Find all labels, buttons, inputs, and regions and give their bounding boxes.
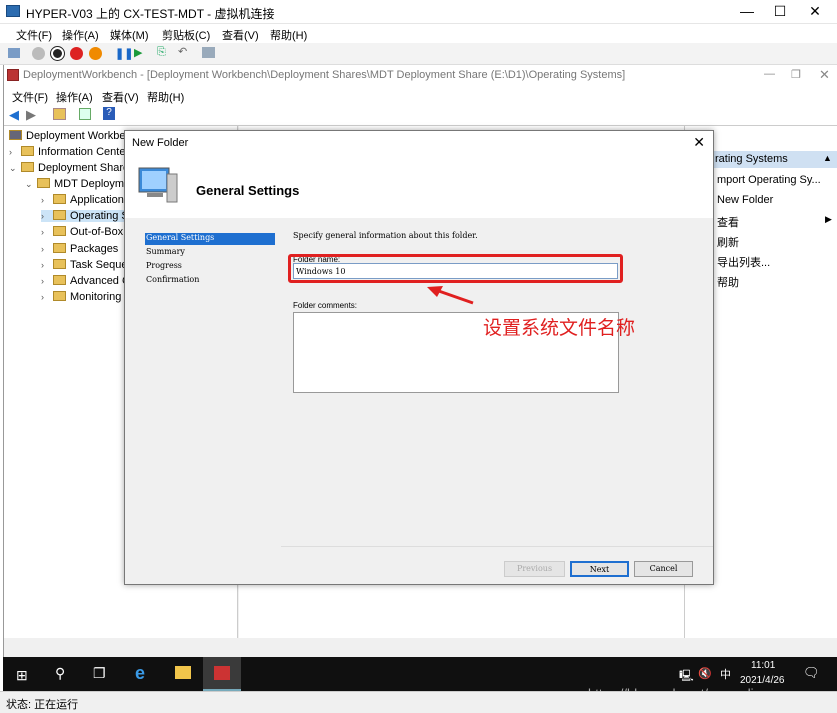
minimize-button[interactable]: —	[732, 3, 762, 19]
submenu-arrow-icon: ▶	[825, 214, 832, 224]
start-icon[interactable]	[32, 47, 45, 60]
ctrl-alt-del-icon[interactable]	[8, 48, 20, 58]
action-view[interactable]: 查看	[717, 214, 739, 230]
mmc-menu-file[interactable]: 文件(F)	[12, 89, 48, 105]
up-folder-icon[interactable]	[53, 108, 66, 120]
revert-icon[interactable]: ↶	[178, 45, 187, 58]
action-new-folder[interactable]: New Folder	[717, 194, 773, 206]
annotation-text: 设置系统文件名称	[483, 318, 636, 339]
notification-icon[interactable]: 🗨	[803, 665, 820, 681]
enhanced-session-icon[interactable]	[202, 47, 215, 58]
tree-item-packages[interactable]: › Packages	[41, 243, 118, 255]
clock-date[interactable]: 2021/4/26	[740, 675, 785, 686]
tree-item-operating-systems[interactable]: › Operating S	[41, 210, 129, 222]
menu-media[interactable]: 媒体(M)	[110, 27, 149, 43]
clock-time[interactable]: 11:01	[751, 660, 775, 671]
tree-item-advanced[interactable]: › Advanced C	[41, 275, 130, 287]
tree-item-applications[interactable]: › Application	[41, 194, 124, 206]
mmc-restore-button[interactable]: ❐	[791, 68, 801, 81]
folder-comments-label: Folder comments:	[293, 301, 358, 310]
nav-progress[interactable]: Progress	[145, 261, 275, 273]
menu-view[interactable]: 查看(V)	[222, 27, 259, 43]
tree-item-mdt-share[interactable]: ⌄ MDT Deploym	[25, 178, 124, 190]
nav-confirmation[interactable]: Confirmation	[145, 275, 275, 287]
tree-item-info-center[interactable]: › Information Cente	[9, 146, 125, 158]
search-icon[interactable]: ⚲	[55, 665, 65, 682]
dialog-footer: Previous Next Cancel	[281, 546, 713, 584]
cancel-button[interactable]: Cancel	[634, 561, 693, 577]
instruction-text: Specify general information about this f…	[293, 231, 478, 240]
dialog-title: New Folder	[132, 137, 189, 149]
previous-button[interactable]: Previous	[504, 561, 565, 577]
action-export-list[interactable]: 导出列表...	[717, 254, 770, 270]
shutdown-icon[interactable]	[70, 47, 83, 60]
mmc-minimize-button[interactable]: —	[764, 68, 775, 80]
ime-indicator[interactable]: 中	[720, 666, 731, 682]
annotation-arrow	[427, 286, 474, 305]
pause-icon[interactable]: ❚❚	[115, 47, 133, 60]
explorer-icon[interactable]	[175, 666, 191, 679]
volume-icon[interactable]: 🔇	[698, 667, 712, 680]
close-button[interactable]: ✕	[800, 3, 830, 20]
dialog-header: General Settings	[125, 156, 713, 218]
tree-item-task-sequences[interactable]: › Task Seque	[41, 259, 127, 271]
mmc-menu-view[interactable]: 查看(V)	[102, 89, 139, 105]
mmc-title: DeploymentWorkbench - [Deployment Workbe…	[23, 69, 626, 81]
menu-bar: 文件(F) 操作(A) 媒体(M) 剪贴板(C) 查看(V) 帮助(H)	[0, 24, 837, 43]
tree-item-deployment-shares[interactable]: ⌄ Deployment Share	[9, 162, 129, 174]
highlight-box	[288, 254, 623, 283]
collapse-icon[interactable]: ▲	[823, 153, 832, 163]
ie-icon[interactable]: e	[135, 663, 145, 684]
nav-general-settings[interactable]: General Settings	[145, 233, 275, 245]
action-help[interactable]: 帮助	[717, 274, 739, 290]
menu-action[interactable]: 操作(A)	[62, 27, 99, 43]
computer-icon	[138, 167, 178, 203]
forward-icon[interactable]: ▶	[26, 107, 36, 123]
mmc-titlebar: DeploymentWorkbench - [Deployment Workbe…	[4, 65, 837, 86]
resume-icon[interactable]: ▶	[134, 46, 142, 59]
next-button[interactable]: Next	[570, 561, 629, 577]
action-import-os[interactable]: mport Operating Sy...	[717, 174, 821, 186]
mmc-menu-action[interactable]: 操作(A)	[56, 89, 93, 105]
windows-start-icon[interactable]: ⊞	[16, 667, 28, 684]
nav-summary[interactable]: Summary	[145, 247, 275, 259]
menu-clipboard[interactable]: 剪贴板(C)	[162, 27, 210, 43]
export-icon[interactable]	[79, 108, 91, 120]
new-folder-dialog: New Folder ✕ General Settings General Se…	[124, 130, 714, 585]
status-text: 状态: 正在运行	[6, 699, 79, 711]
tree-item-drivers[interactable]: › Out-of-Box	[41, 226, 123, 238]
help-icon[interactable]: ?	[103, 107, 115, 120]
save-state-icon[interactable]	[89, 47, 102, 60]
maximize-button[interactable]: ☐	[765, 3, 795, 20]
tree-item-workbench[interactable]: Deployment Workbe	[9, 130, 125, 142]
mmc-toolbar: ◀ ▶ ?	[4, 104, 837, 126]
status-bar: 状态: 正在运行	[0, 691, 837, 713]
network-icon[interactable]: 🖳	[679, 667, 694, 686]
taskbar-mdt-button[interactable]	[203, 657, 241, 691]
mdt-app-icon	[7, 69, 19, 81]
turn-off-icon[interactable]	[50, 46, 65, 61]
vm-toolbar: ❚❚ ▶ ⎘ ↶	[0, 43, 837, 65]
menu-help[interactable]: 帮助(H)	[270, 27, 307, 43]
mdt-icon	[214, 666, 230, 680]
mmc-menu-bar: 文件(F) 操作(A) 查看(V) 帮助(H)	[4, 86, 837, 104]
dialog-close-button[interactable]: ✕	[693, 134, 705, 151]
back-icon[interactable]: ◀	[9, 107, 19, 123]
mmc-menu-help[interactable]: 帮助(H)	[147, 89, 184, 105]
actions-header-label: rating Systems	[715, 153, 788, 165]
tree-item-monitoring[interactable]: › Monitoring	[41, 291, 121, 303]
hyperv-app-icon	[6, 5, 20, 17]
window-title: HYPER-V03 上的 CX-TEST-MDT - 虚拟机连接	[26, 7, 275, 21]
menu-file[interactable]: 文件(F)	[16, 27, 52, 43]
window-titlebar: HYPER-V03 上的 CX-TEST-MDT - 虚拟机连接 — ☐ ✕	[0, 0, 837, 24]
action-refresh[interactable]: 刷新	[717, 234, 739, 250]
mmc-close-button[interactable]: ✕	[819, 67, 830, 83]
checkpoint-icon[interactable]: ⎘	[157, 46, 166, 59]
task-view-icon[interactable]: ❐	[93, 665, 106, 682]
wizard-nav: General Settings Summary Progress Confir…	[125, 218, 281, 584]
dialog-heading: General Settings	[196, 183, 300, 198]
